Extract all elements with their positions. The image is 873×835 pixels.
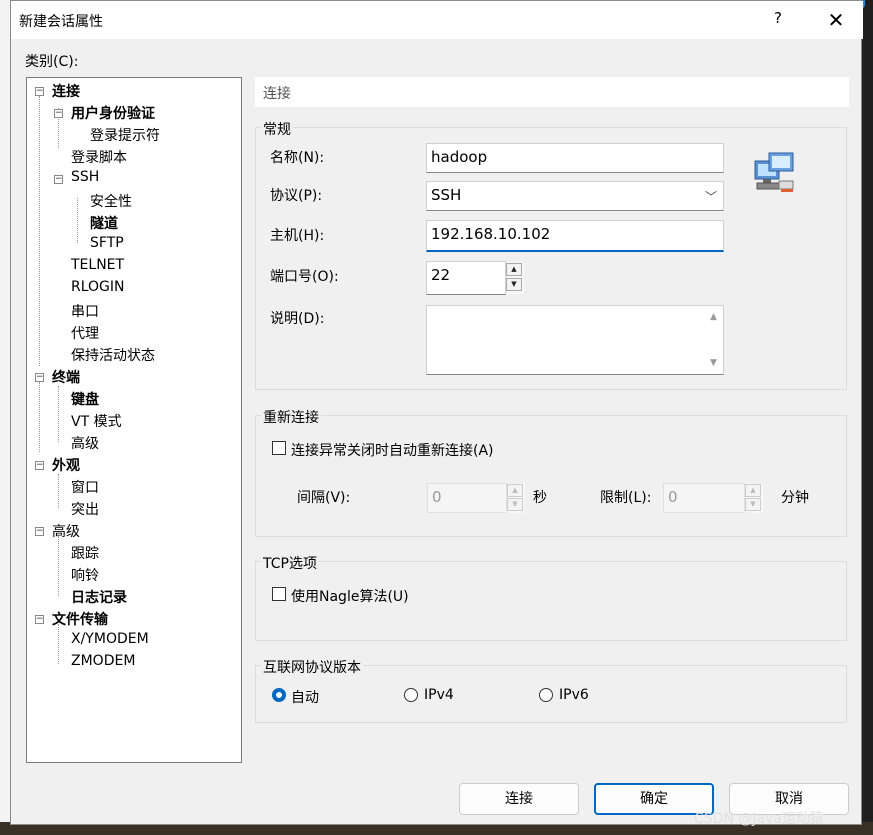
- interval-input[interactable]: 0: [427, 483, 507, 513]
- tree-item-login-prompt[interactable]: 登录提示符: [90, 125, 160, 145]
- host-input[interactable]: 192.168.10.102: [426, 220, 724, 252]
- chevron-down-icon: ﹀: [704, 190, 717, 204]
- collapse-icon[interactable]: −: [35, 461, 44, 470]
- description-textarea[interactable]: ▲ ▼: [426, 305, 724, 375]
- scroll-down-icon[interactable]: ▼: [710, 358, 717, 368]
- tcp-group-title: TCP选项: [261, 553, 319, 573]
- tree-line: [58, 624, 59, 664]
- background-window-right: [862, 0, 873, 835]
- limit-unit: 分钟: [781, 490, 809, 506]
- interval-label: 间隔(V):: [297, 490, 351, 506]
- general-group-title: 常规: [261, 119, 293, 139]
- collapse-icon[interactable]: −: [35, 87, 44, 96]
- watermark: CSDN @Java运动猿: [694, 811, 824, 827]
- panel-header: 连接: [255, 77, 849, 107]
- tree-item-ssh[interactable]: SSH: [71, 169, 99, 185]
- tree-item-sftp[interactable]: SFTP: [90, 235, 124, 251]
- ip-version-group-title: 互联网协议版本: [261, 657, 363, 677]
- tree-item-terminal-advanced[interactable]: 高级: [71, 433, 99, 453]
- tree-item-login-script[interactable]: 登录脚本: [71, 147, 127, 167]
- tree-item-appearance[interactable]: 外观: [52, 455, 80, 475]
- auto-reconnect-checkbox[interactable]: [272, 441, 286, 455]
- category-tree[interactable]: − − − − − − − 连接 用户身份验证 登录提示符 登录脚本 SSH 安…: [26, 77, 242, 763]
- ip-auto-label[interactable]: 自动: [291, 687, 319, 707]
- host-label: 主机(H):: [270, 228, 325, 244]
- protocol-value: SSH: [431, 186, 462, 204]
- tree-item-telnet[interactable]: TELNET: [71, 257, 124, 273]
- spin-up-icon[interactable]: ▲: [507, 484, 523, 497]
- tree-item-file-transfer[interactable]: 文件传输: [52, 609, 108, 629]
- tree-line: [39, 96, 40, 366]
- tree-line: [77, 198, 78, 243]
- interval-unit: 秒: [533, 490, 547, 506]
- protocol-select[interactable]: SSH ﹀: [426, 181, 724, 211]
- scroll-up-icon[interactable]: ▲: [710, 312, 717, 322]
- limit-input[interactable]: 0: [663, 483, 745, 513]
- description-label: 说明(D):: [270, 311, 325, 327]
- name-label: 名称(N):: [270, 150, 325, 166]
- ipv4-radio[interactable]: [404, 688, 418, 702]
- tree-line: [58, 474, 59, 508]
- window-title: 新建会话属性: [19, 14, 103, 30]
- panel-header-title: 连接: [263, 86, 291, 102]
- tree-line: [58, 536, 59, 596]
- name-input[interactable]: hadoop: [426, 143, 724, 173]
- collapse-icon[interactable]: −: [35, 373, 44, 382]
- tree-item-authentication[interactable]: 用户身份验证: [71, 103, 155, 123]
- title-bar: 新建会话属性 ? ✕: [11, 1, 863, 39]
- tree-item-highlight[interactable]: 突出: [71, 499, 99, 519]
- ipv6-label[interactable]: IPv6: [559, 687, 589, 703]
- network-computer-icon: [753, 151, 799, 197]
- collapse-icon[interactable]: −: [35, 527, 44, 536]
- tree-item-vt-mode[interactable]: VT 模式: [71, 411, 122, 431]
- tree-item-window[interactable]: 窗口: [71, 477, 99, 497]
- ip-auto-radio[interactable]: [272, 688, 286, 702]
- textarea-scrollbar[interactable]: ▲ ▼: [706, 306, 723, 374]
- tree-item-tunnel[interactable]: 隧道: [90, 213, 118, 233]
- tree-item-trace[interactable]: 跟踪: [71, 543, 99, 563]
- tree-item-zmodem[interactable]: ZMODEM: [71, 653, 135, 669]
- spin-down-icon[interactable]: ▼: [507, 498, 523, 511]
- protocol-label: 协议(P):: [270, 188, 323, 204]
- tree-item-bell[interactable]: 响铃: [71, 565, 99, 585]
- tree-item-security[interactable]: 安全性: [90, 191, 132, 211]
- tree-line: [39, 382, 40, 452]
- port-input[interactable]: 22: [426, 261, 506, 295]
- reconnect-group-title: 重新连接: [261, 407, 321, 427]
- ipv6-radio[interactable]: [539, 688, 553, 702]
- tree-item-xymodem[interactable]: X/YMODEM: [71, 631, 149, 647]
- spin-up-icon[interactable]: ▲: [506, 263, 522, 276]
- nagle-checkbox[interactable]: [272, 587, 286, 601]
- spin-down-icon[interactable]: ▼: [506, 278, 522, 291]
- collapse-icon[interactable]: −: [35, 615, 44, 624]
- tree-item-proxy[interactable]: 代理: [71, 323, 99, 343]
- collapse-icon[interactable]: −: [54, 109, 63, 118]
- connect-button[interactable]: 连接: [459, 783, 579, 815]
- tree-item-keyboard[interactable]: 键盘: [71, 389, 99, 409]
- tree-item-keepalive[interactable]: 保持活动状态: [71, 345, 155, 365]
- nagle-label[interactable]: 使用Nagle算法(U): [291, 586, 409, 606]
- tree-item-logging[interactable]: 日志记录: [71, 587, 127, 607]
- port-label: 端口号(O):: [270, 269, 339, 285]
- session-properties-dialog: 新建会话属性 ? ✕ 类别(C): − − − − − − − 连接 用户身份验…: [10, 0, 863, 825]
- ipv4-label[interactable]: IPv4: [424, 687, 454, 703]
- tree-item-serial[interactable]: 串口: [71, 301, 99, 321]
- collapse-icon[interactable]: −: [54, 175, 63, 184]
- limit-label: 限制(L):: [600, 490, 652, 506]
- tree-item-rlogin[interactable]: RLOGIN: [71, 279, 125, 295]
- tree-line: [58, 386, 59, 442]
- tree-item-advanced[interactable]: 高级: [52, 521, 80, 541]
- help-button[interactable]: ?: [767, 9, 789, 31]
- limit-spinner[interactable]: ▲ ▼: [745, 483, 763, 513]
- reconnect-group: [255, 415, 847, 537]
- spin-down-icon[interactable]: ▼: [745, 498, 761, 511]
- tree-item-terminal[interactable]: 终端: [52, 367, 80, 387]
- port-spinner[interactable]: ▲ ▼: [506, 262, 524, 294]
- spin-up-icon[interactable]: ▲: [745, 484, 761, 497]
- auto-reconnect-label[interactable]: 连接异常关闭时自动重新连接(A): [291, 440, 494, 460]
- interval-spinner[interactable]: ▲ ▼: [507, 483, 525, 513]
- category-label: 类别(C):: [25, 54, 79, 70]
- close-button[interactable]: ✕: [823, 7, 849, 33]
- tree-item-connection[interactable]: 连接: [52, 81, 80, 101]
